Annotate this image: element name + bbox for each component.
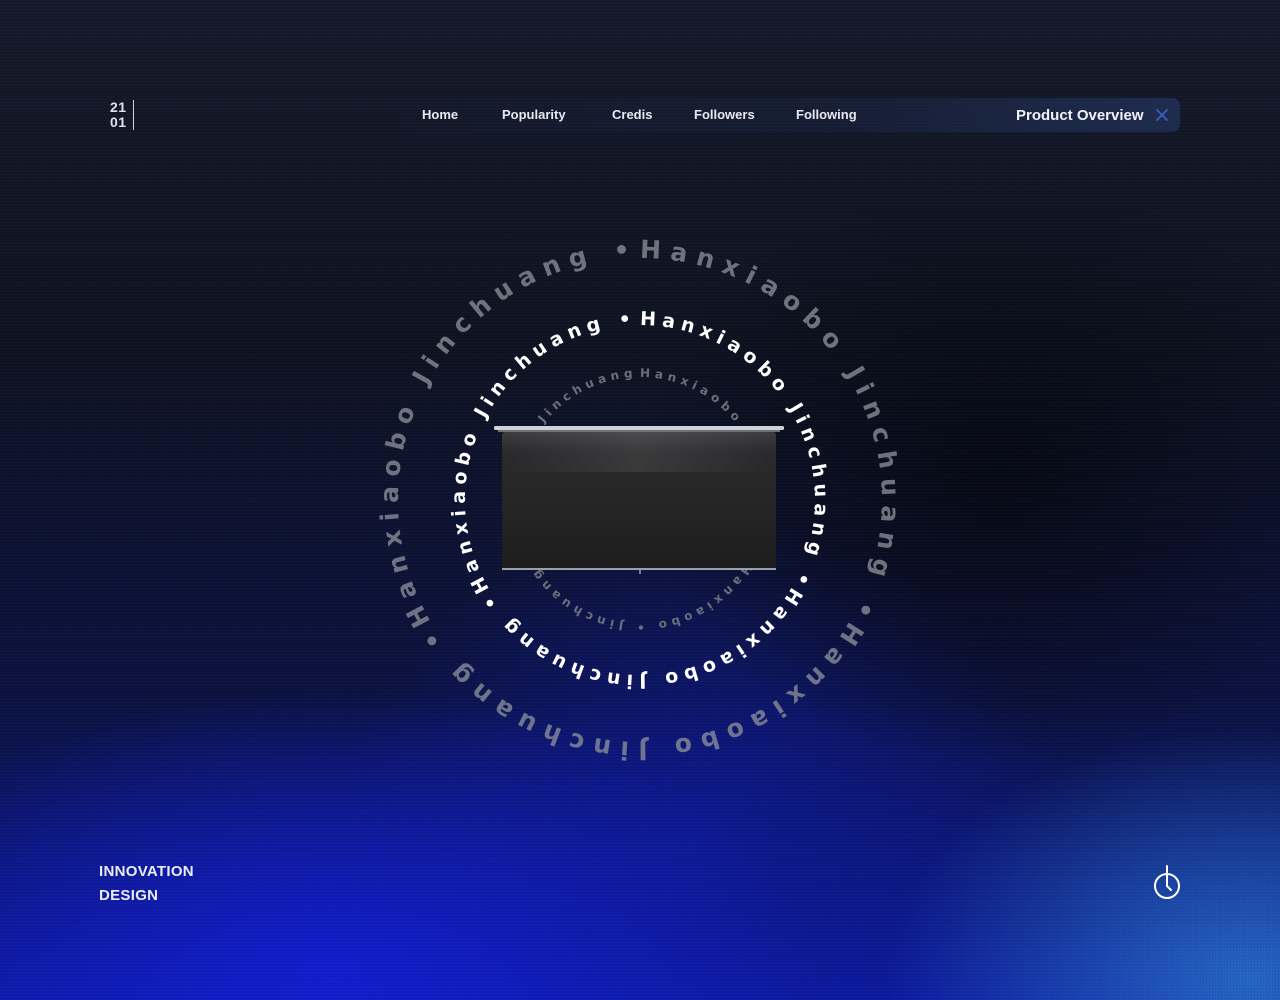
badge-line2: DESIGN (99, 887, 159, 904)
badge-line1: INNOVATION (99, 863, 194, 880)
product-image (494, 426, 784, 574)
power-icon[interactable] (1152, 864, 1182, 902)
innovation-design-label: INNOVATION DESIGN (99, 860, 194, 908)
